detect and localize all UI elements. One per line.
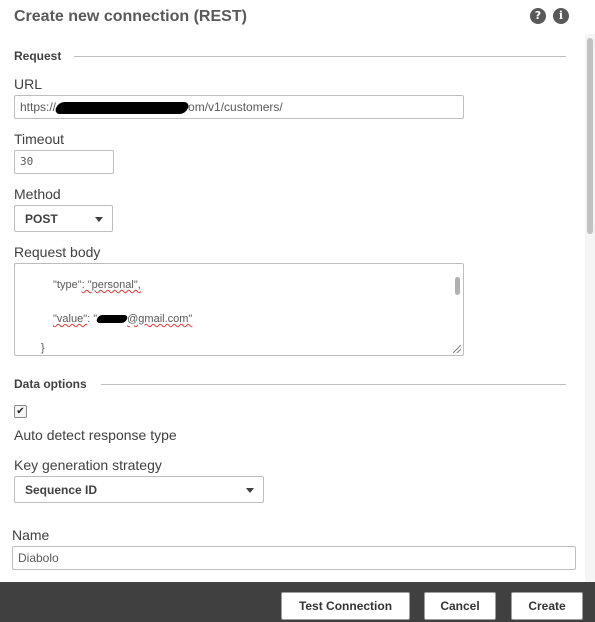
name-label: Name: [12, 527, 50, 543]
textarea-scrollbar[interactable]: [455, 277, 460, 295]
dialog-scrollbar[interactable]: [585, 34, 595, 582]
method-label: Method: [14, 186, 61, 202]
body-line: "value": " @gmail.com": [53, 313, 192, 325]
url-input[interactable]: https:// om/v1/customers/: [14, 95, 464, 119]
scrollbar-thumb[interactable]: [587, 38, 593, 234]
url-prefix-text: https://: [20, 100, 57, 114]
name-input[interactable]: Diabolo: [12, 546, 576, 570]
dialog-title: Create new connection (REST): [14, 8, 247, 25]
request-divider: [74, 56, 566, 57]
body-value-email: @gmail.com": [127, 313, 193, 325]
create-connection-dialog: Create new connection (REST) ? i Request…: [0, 0, 595, 622]
create-button[interactable]: Create: [511, 592, 583, 620]
body-line: }: [41, 342, 45, 354]
auto-detect-checkbox[interactable]: ✔: [14, 405, 27, 418]
body-line: "type": "personal",: [53, 279, 141, 291]
method-select[interactable]: POST: [14, 205, 113, 232]
info-icon[interactable]: i: [553, 8, 569, 24]
redaction-scribble: [95, 315, 129, 324]
url-label: URL: [14, 76, 43, 92]
body-separator: : ": [87, 313, 98, 325]
cancel-button[interactable]: Cancel: [424, 592, 496, 620]
test-connection-button[interactable]: Test Connection: [281, 592, 410, 620]
body-value-type: : "personal",: [81, 279, 141, 291]
key-strategy-value: Sequence ID: [25, 483, 98, 497]
data-options-divider: [101, 384, 566, 385]
checkmark-icon: ✔: [16, 406, 25, 417]
body-key-type: "type": [53, 279, 82, 291]
body-key-value: "value": [53, 313, 88, 325]
timeout-input[interactable]: 30: [14, 150, 114, 174]
chevron-down-icon: [95, 217, 103, 222]
request-section-header: Request: [14, 49, 62, 63]
key-strategy-label: Key generation strategy: [14, 457, 162, 473]
help-icon[interactable]: ?: [530, 8, 546, 24]
request-body-textarea[interactable]: "type": "personal", "value": " @gmail.com…: [14, 263, 464, 356]
redaction-scribble: [53, 101, 191, 114]
data-options-section-header: Data options: [14, 377, 87, 391]
chevron-down-icon: [246, 488, 254, 493]
request-body-label: Request body: [14, 244, 101, 260]
url-suffix-text: om/v1/customers/: [188, 100, 283, 114]
timeout-label: Timeout: [14, 131, 65, 147]
auto-detect-label: Auto detect response type: [14, 427, 177, 443]
key-strategy-select[interactable]: Sequence ID: [14, 476, 264, 503]
method-value: POST: [25, 212, 58, 226]
dialog-footer: Test Connection Cancel Create: [0, 582, 595, 622]
resize-handle-icon[interactable]: [453, 345, 461, 353]
